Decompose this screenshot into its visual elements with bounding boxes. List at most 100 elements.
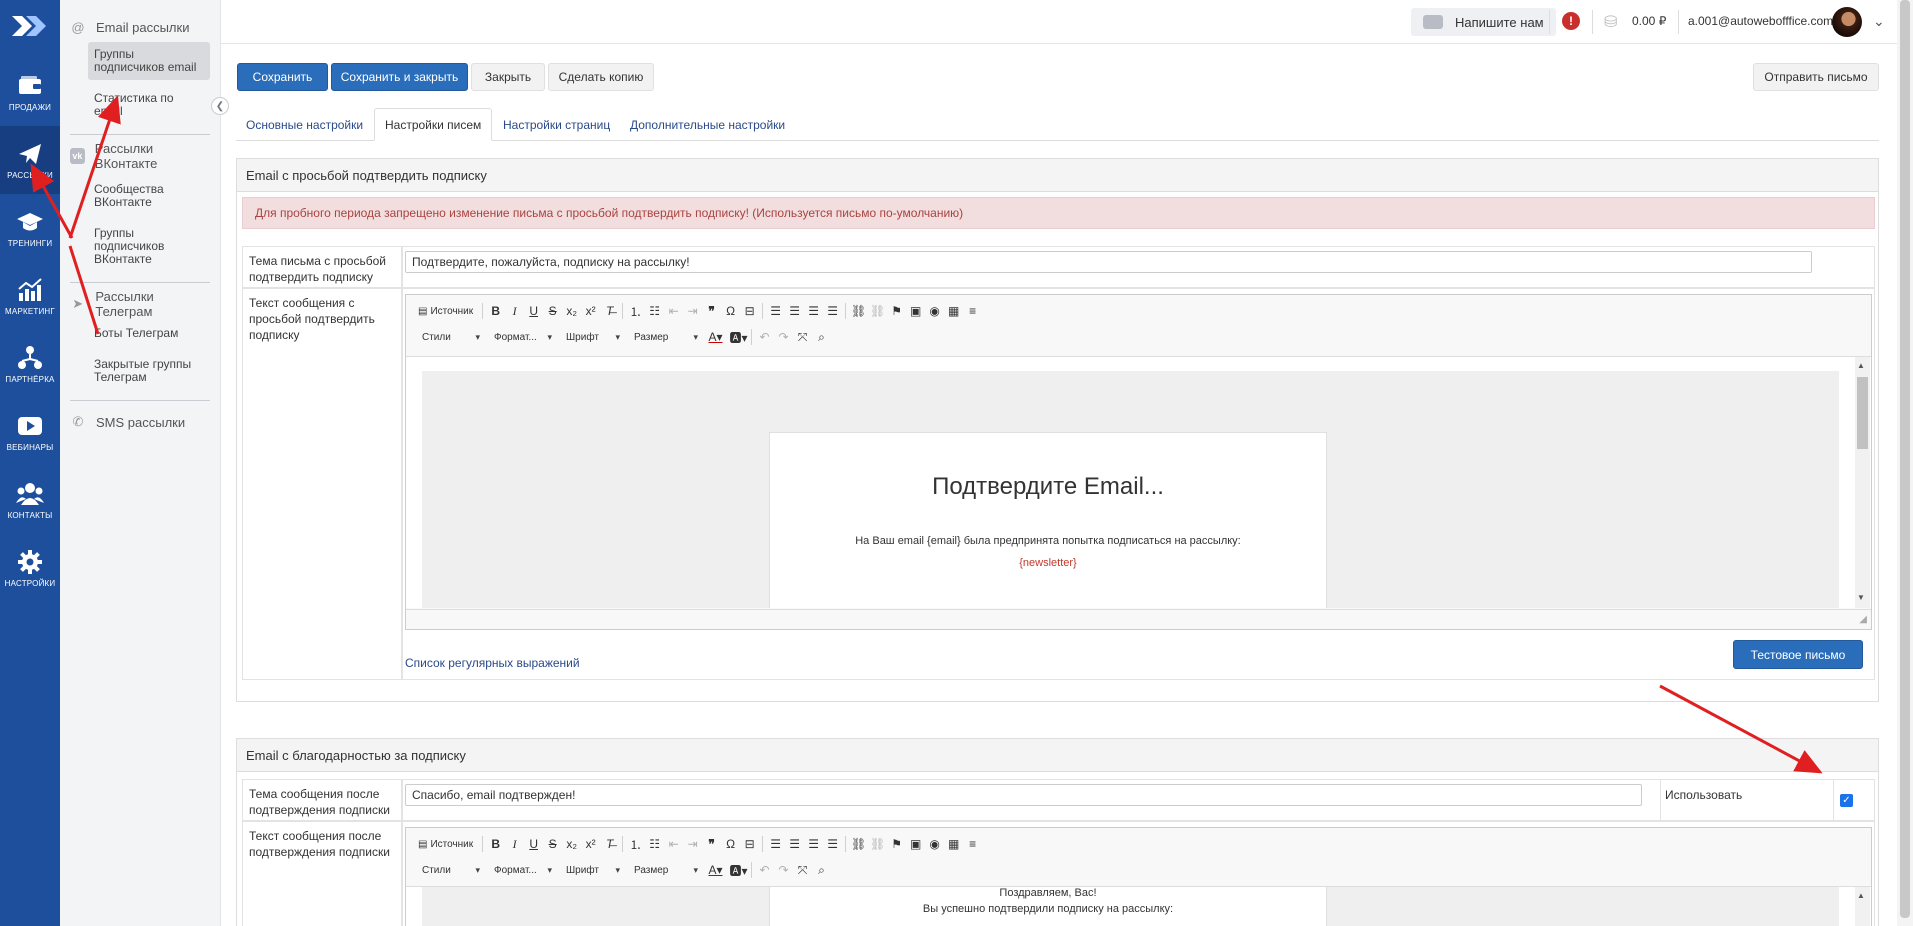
- confirm-subject-input[interactable]: Подтвердите, пожалуйста, подписку на рас…: [405, 251, 1812, 273]
- tab-page-settings[interactable]: Настройки страниц: [493, 108, 620, 141]
- write-to-us-button[interactable]: Напишите нам: [1411, 8, 1556, 36]
- align-center-icon[interactable]: ☰: [785, 302, 804, 320]
- blockquote-icon[interactable]: ❞: [702, 302, 721, 320]
- rail-item-contacts[interactable]: КОНТАКТЫ: [0, 466, 60, 534]
- sidebar-item-email-subscriber-groups[interactable]: Группы подписчиков email: [88, 42, 210, 80]
- bold-icon[interactable]: B: [486, 835, 505, 853]
- rail-item-trainings[interactable]: ТРЕНИНГИ: [0, 194, 60, 262]
- link-icon[interactable]: ⛓: [849, 835, 868, 853]
- remove-format-icon[interactable]: T̶: [600, 835, 619, 853]
- undo-icon[interactable]: ↶: [755, 861, 774, 879]
- bold-icon[interactable]: B: [486, 302, 505, 320]
- undo-icon[interactable]: ↶: [755, 328, 774, 346]
- source-button[interactable]: ▤ Источник: [416, 839, 479, 850]
- make-copy-button[interactable]: Сделать копию: [548, 63, 654, 91]
- horizontal-line-icon[interactable]: ≡: [963, 302, 982, 320]
- horizontal-line-icon[interactable]: ≡: [963, 835, 982, 853]
- rail-item-webinars[interactable]: ВЕБИНАРЫ: [0, 398, 60, 466]
- blockquote-icon[interactable]: ❞: [702, 835, 721, 853]
- scroll-down-icon[interactable]: ▼: [1857, 593, 1865, 602]
- regex-list-link[interactable]: Список регулярных выражений: [405, 656, 580, 670]
- scroll-thumb[interactable]: [1857, 377, 1868, 449]
- flash-icon[interactable]: ◉: [925, 835, 944, 853]
- editor-content-area[interactable]: Подтвердите Email... На Ваш email {email…: [406, 356, 1871, 608]
- tab-additional-settings[interactable]: Дополнительные настройки: [620, 108, 795, 141]
- flash-icon[interactable]: ◉: [925, 302, 944, 320]
- bulleted-list-icon[interactable]: ☷: [645, 302, 664, 320]
- source-button[interactable]: ▤ Источник: [416, 306, 479, 317]
- sms-mailings-group[interactable]: ✆ SMS рассылки: [60, 407, 220, 437]
- italic-icon[interactable]: I: [505, 302, 524, 320]
- close-button[interactable]: Закрыть: [471, 63, 545, 91]
- anchor-flag-icon[interactable]: ⚑: [887, 835, 906, 853]
- rail-item-marketing[interactable]: МАРКЕТИНГ: [0, 262, 60, 330]
- test-letter-button[interactable]: Тестовое письмо: [1733, 640, 1863, 669]
- maximize-icon[interactable]: ⤧: [793, 861, 812, 879]
- text-color-icon[interactable]: A▾: [706, 861, 725, 879]
- italic-icon[interactable]: I: [505, 835, 524, 853]
- remove-format-icon[interactable]: T̶: [600, 302, 619, 320]
- superscript-icon[interactable]: x²: [581, 835, 600, 853]
- chevron-down-icon[interactable]: ⌄: [1873, 13, 1885, 30]
- editor-content-area[interactable]: Поздравляем, Вас! Вы успешно подтвердили…: [406, 886, 1871, 926]
- page-scrollbar[interactable]: [1897, 0, 1913, 926]
- strikethrough-icon[interactable]: S: [543, 835, 562, 853]
- tab-basic-settings[interactable]: Основные настройки: [236, 108, 373, 141]
- sidebar-item-email-stats[interactable]: Статистика по email: [88, 86, 210, 124]
- underline-icon[interactable]: U: [524, 302, 543, 320]
- rail-item-mailings[interactable]: РАССЫЛКИ: [0, 126, 60, 194]
- save-and-close-button[interactable]: Сохранить и закрыть: [331, 63, 468, 91]
- table-icon[interactable]: ▦: [944, 302, 963, 320]
- special-char-icon[interactable]: Ω: [721, 835, 740, 853]
- indent-icon[interactable]: ⇥: [683, 835, 702, 853]
- div-container-icon[interactable]: ⊟: [740, 835, 759, 853]
- unlink-icon[interactable]: ⛓: [868, 835, 887, 853]
- alert-icon[interactable]: !: [1562, 12, 1580, 30]
- redo-icon[interactable]: ↷: [774, 328, 793, 346]
- resize-handle-icon[interactable]: ◢: [1859, 614, 1867, 625]
- scroll-up-icon[interactable]: ▲: [1857, 891, 1865, 900]
- numbered-list-icon[interactable]: ⒈: [626, 302, 645, 320]
- size-select[interactable]: Размер: [628, 861, 702, 879]
- format-select[interactable]: Формат...: [488, 861, 556, 879]
- numbered-list-icon[interactable]: ⒈: [626, 835, 645, 853]
- thanks-subject-input[interactable]: Спасибо, email подтвержден!: [405, 784, 1642, 806]
- sidebar-item-telegram-bots[interactable]: Боты Телеграм: [88, 321, 210, 346]
- rail-item-partners[interactable]: ПАРТНЁРКА: [0, 330, 60, 398]
- align-right-icon[interactable]: ☰: [804, 835, 823, 853]
- tab-letter-settings[interactable]: Настройки писем: [374, 108, 493, 141]
- font-select[interactable]: Шрифт: [560, 328, 624, 346]
- page-scroll-thumb[interactable]: [1900, 0, 1910, 918]
- align-left-icon[interactable]: ☰: [766, 835, 785, 853]
- rail-item-settings[interactable]: НАСТРОЙКИ: [0, 534, 60, 602]
- link-icon[interactable]: ⛓: [849, 302, 868, 320]
- image-icon[interactable]: ▣: [906, 302, 925, 320]
- align-right-icon[interactable]: ☰: [804, 302, 823, 320]
- superscript-icon[interactable]: x²: [581, 302, 600, 320]
- align-justify-icon[interactable]: ☰: [823, 835, 842, 853]
- subscript-icon[interactable]: x₂: [562, 835, 581, 853]
- preview-icon[interactable]: ⌕: [812, 861, 831, 879]
- strikethrough-icon[interactable]: S: [543, 302, 562, 320]
- size-select[interactable]: Размер: [628, 328, 702, 346]
- align-justify-icon[interactable]: ☰: [823, 302, 842, 320]
- vk-mailings-group[interactable]: vk Рассылки ВКонтакте: [60, 141, 220, 171]
- logo-icon[interactable]: [0, 0, 60, 52]
- avatar[interactable]: [1832, 7, 1862, 37]
- anchor-flag-icon[interactable]: ⚑: [887, 302, 906, 320]
- user-email[interactable]: a.001@autowebofffice.com: [1688, 14, 1833, 28]
- styles-select[interactable]: Стили: [416, 861, 484, 879]
- special-char-icon[interactable]: Ω: [721, 302, 740, 320]
- telegram-mailings-group[interactable]: ➤ Рассылки Телеграм: [60, 289, 220, 319]
- maximize-icon[interactable]: ⤧: [793, 328, 812, 346]
- balance[interactable]: 0.00 ₽: [1632, 14, 1666, 28]
- outdent-icon[interactable]: ⇤: [664, 835, 683, 853]
- sidebar-item-telegram-closed-groups[interactable]: Закрытые группы Телеграм: [88, 352, 210, 390]
- table-icon[interactable]: ▦: [944, 835, 963, 853]
- outdent-icon[interactable]: ⇤: [664, 302, 683, 320]
- save-button[interactable]: Сохранить: [237, 63, 328, 91]
- preview-icon[interactable]: ⌕: [812, 328, 831, 346]
- bg-color-icon[interactable]: 🅰▾: [729, 328, 748, 346]
- email-mailings-group[interactable]: @ Email рассылки: [60, 12, 220, 42]
- editor-scrollbar[interactable]: ▲: [1855, 887, 1870, 926]
